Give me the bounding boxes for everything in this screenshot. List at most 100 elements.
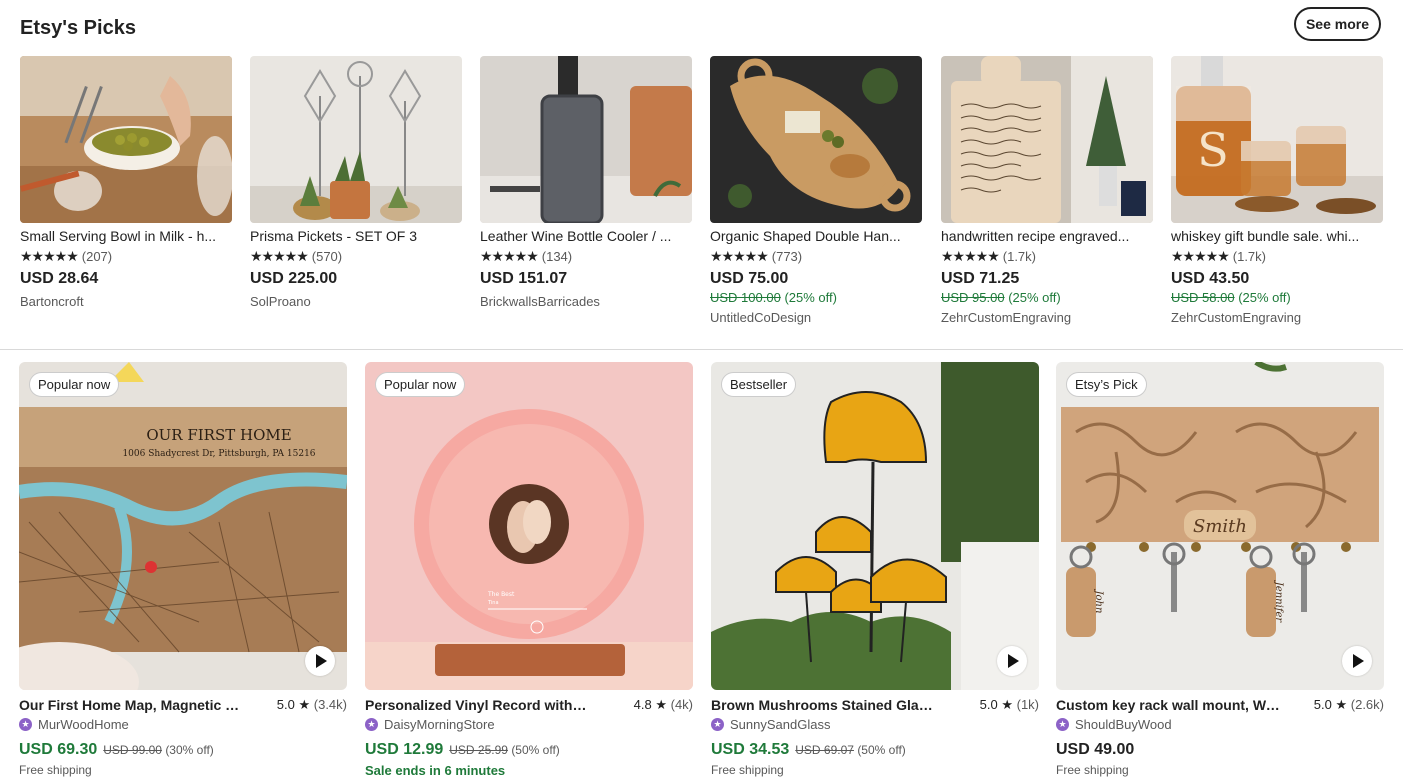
pick-card[interactable]: Prisma Pickets - SET OF 3 ★★★★★ (570) US… [250, 56, 462, 310]
section-title: Etsy's Picks [20, 17, 136, 39]
sale-info: USD 25.99 (50% off) [449, 743, 560, 757]
rating-count: (773) [771, 248, 803, 264]
section-divider [0, 349, 1403, 350]
sale-info: USD 95.00 (25% off) [941, 290, 1153, 306]
sale-info: USD 100.00 (25% off) [710, 290, 922, 306]
original-price: USD 95.00 [941, 290, 1005, 305]
product-image[interactable] [710, 56, 922, 223]
play-video-button[interactable] [997, 646, 1027, 676]
product-title[interactable]: Small Serving Bowl in Milk - h... [20, 227, 232, 245]
badge: Bestseller [721, 372, 797, 397]
product-title[interactable]: Our First Home Map, Magnetic K... [19, 697, 244, 713]
star-icon: ★ [1335, 697, 1348, 712]
discount: (25% off) [1008, 290, 1061, 305]
star-rating-icon: ★★★★★ [20, 248, 79, 264]
product-image[interactable]: Smith John Jennifer Etsy’s Pick [1056, 362, 1384, 690]
shop-name: SolProano [250, 294, 311, 309]
see-more-button[interactable]: See more [1294, 7, 1381, 41]
shop-name[interactable]: MurWoodHome [38, 717, 129, 732]
rating: 5.0 ★ (1k) [979, 697, 1039, 712]
shop-name[interactable]: ShouldBuyWood [1075, 717, 1172, 732]
pick-card[interactable]: Small Serving Bowl in Milk - h... ★★★★★ … [20, 56, 232, 310]
featured-card[interactable]: The Best Tina Popular now Personalized V… [365, 362, 693, 778]
product-image[interactable]: S [1171, 56, 1383, 223]
rating: ★★★★★ (1.7k) [1171, 248, 1383, 264]
shop-name: BrickwallsBarricades [480, 294, 600, 309]
pick-card[interactable]: S whiskey gift bundle sale. whi... ★★★★★… [1171, 56, 1383, 326]
star-seller-icon: ★ [365, 717, 378, 731]
product-image[interactable] [20, 56, 232, 223]
product-image[interactable]: OUR FIRST HOME 1006 Shadycrest Dr, Pitts… [19, 362, 347, 690]
shipping-note: Free shipping [711, 763, 784, 777]
featured-card[interactable]: OUR FIRST HOME 1006 Shadycrest Dr, Pitts… [19, 362, 347, 777]
price: USD 71.25 [941, 270, 1020, 287]
play-video-button[interactable] [1342, 646, 1372, 676]
song-title-text: The Best [487, 591, 515, 598]
shop-name: UntitledCoDesign [710, 310, 812, 325]
key-tag-1-text: John [1093, 589, 1104, 614]
price: USD 49.00 [1056, 741, 1135, 758]
product-title[interactable]: Organic Shaped Double Han... [710, 227, 922, 245]
rating-count: (570) [311, 248, 343, 264]
price: USD 75.00 [710, 270, 789, 287]
shop-name[interactable]: SunnySandGlass [730, 717, 830, 732]
map-title-text: OUR FIRST HOME [146, 426, 291, 444]
play-icon [1353, 654, 1364, 668]
discount: (50% off) [857, 743, 906, 757]
rating: ★★★★★ (1.7k) [941, 248, 1153, 264]
price: USD 34.53 [711, 741, 790, 758]
product-title[interactable]: Prisma Pickets - SET OF 3 [250, 227, 462, 245]
play-video-button[interactable] [305, 646, 335, 676]
product-image[interactable] [480, 56, 692, 223]
badge: Popular now [375, 372, 466, 397]
star-seller-icon: ★ [711, 717, 724, 731]
shop[interactable]: ★ MurWoodHome [19, 716, 347, 732]
keyrack-name-text: Smith [1193, 516, 1247, 537]
shipping-note: Free shipping [1056, 763, 1129, 777]
discount: (50% off) [511, 743, 560, 757]
price: USD 151.07 [480, 270, 568, 287]
price: USD 225.00 [250, 270, 338, 287]
pick-card[interactable]: Organic Shaped Double Han... ★★★★★ (773)… [710, 56, 922, 326]
featured-card[interactable]: Bestseller Brown Mushrooms Stained Glas.… [711, 362, 1039, 777]
rating-count: (134) [541, 248, 573, 264]
original-price: USD 69.07 [795, 743, 854, 757]
shop-name[interactable]: DaisyMorningStore [384, 717, 495, 732]
shop-name: ZehrCustomEngraving [941, 310, 1072, 325]
product-image[interactable] [250, 56, 462, 223]
rating-count: (207) [81, 248, 113, 264]
rating-count: (1.7k) [1002, 248, 1036, 264]
product-image[interactable] [941, 56, 1153, 223]
original-price: USD 58.00 [1171, 290, 1235, 305]
star-icon: ★ [655, 697, 667, 712]
pick-card[interactable]: Leather Wine Bottle Cooler / ... ★★★★★ (… [480, 56, 692, 310]
star-rating-icon: ★★★★★ [1171, 248, 1230, 264]
discount: (25% off) [1238, 290, 1291, 305]
rating: 5.0 ★ (2.6k) [1313, 697, 1384, 712]
map-address-text: 1006 Shadycrest Dr, Pittsburgh, PA 15216 [122, 449, 315, 459]
pick-card[interactable]: handwritten recipe engraved... ★★★★★ (1.… [941, 56, 1153, 326]
product-image[interactable]: The Best Tina Popular now [365, 362, 693, 690]
product-title[interactable]: Personalized Vinyl Record with P... [365, 697, 590, 713]
product-title[interactable]: Custom key rack wall mount, Wo... [1056, 697, 1281, 713]
star-rating-icon: ★★★★★ [710, 248, 769, 264]
star-rating-icon: ★★★★★ [480, 248, 539, 264]
shop[interactable]: ★ SunnySandGlass [711, 716, 1039, 732]
featured-card[interactable]: Smith John Jennifer Etsy’s Pick Custom k… [1056, 362, 1384, 777]
product-title[interactable]: Brown Mushrooms Stained Glas... [711, 697, 936, 713]
product-title[interactable]: handwritten recipe engraved... [941, 227, 1153, 245]
badge: Popular now [29, 372, 120, 397]
rating: ★★★★★ (570) [250, 248, 462, 264]
discount: (25% off) [784, 290, 837, 305]
product-image[interactable]: Bestseller [711, 362, 1039, 690]
rating: ★★★★★ (207) [20, 248, 232, 264]
rating: ★★★★★ (134) [480, 248, 692, 264]
product-title[interactable]: Leather Wine Bottle Cooler / ... [480, 227, 692, 245]
price: USD 69.30 [19, 741, 98, 758]
play-icon [1008, 654, 1019, 668]
rating-count: (1.7k) [1232, 248, 1266, 264]
shop[interactable]: ★ DaisyMorningStore [365, 716, 693, 732]
shop[interactable]: ★ ShouldBuyWood [1056, 716, 1384, 732]
star-rating-icon: ★★★★★ [250, 248, 309, 264]
product-title[interactable]: whiskey gift bundle sale. whi... [1171, 227, 1383, 245]
